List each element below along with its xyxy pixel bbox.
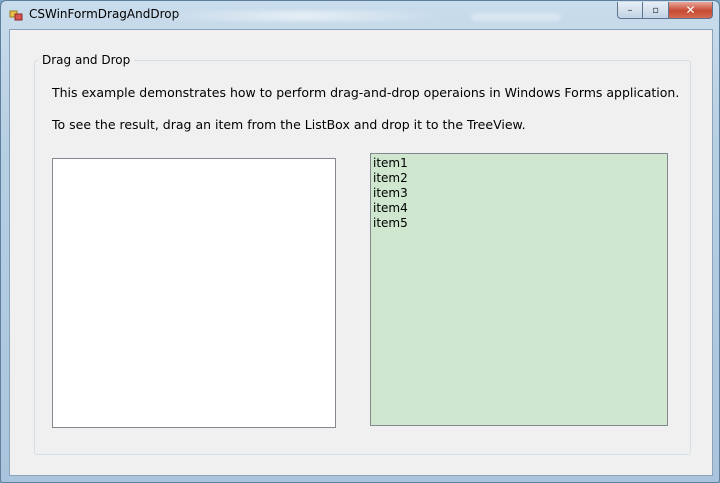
minimize-button[interactable]: – xyxy=(617,2,643,19)
description-line-2: To see the result, drag an item from the… xyxy=(52,117,526,132)
target-treeview[interactable]: item1 item2 item3 item4 item5 xyxy=(370,153,668,426)
close-button[interactable]: ✕ xyxy=(669,2,713,19)
tree-item[interactable]: item4 xyxy=(373,201,667,216)
window-controls: – ▫ ✕ xyxy=(617,2,713,19)
description-line-1: This example demonstrates how to perform… xyxy=(52,85,680,100)
title-glass-glare xyxy=(161,11,441,21)
title-bar[interactable]: CSWinFormDragAndDrop – ▫ ✕ xyxy=(1,1,719,29)
minimize-icon: – xyxy=(627,4,633,16)
app-icon xyxy=(9,10,23,21)
source-listbox[interactable] xyxy=(52,158,336,428)
maximize-icon: ▫ xyxy=(652,4,659,16)
app-window: CSWinFormDragAndDrop – ▫ ✕ Drag and Drop… xyxy=(0,0,720,483)
title-glass-glare-2 xyxy=(471,13,561,21)
window-title: CSWinFormDragAndDrop xyxy=(29,7,180,21)
tree-item[interactable]: item2 xyxy=(373,171,667,186)
tree-item[interactable]: item1 xyxy=(373,156,667,171)
close-icon: ✕ xyxy=(685,3,696,17)
maximize-button[interactable]: ▫ xyxy=(643,2,669,19)
tree-item[interactable]: item3 xyxy=(373,186,667,201)
groupbox-title: Drag and Drop xyxy=(38,53,135,67)
tree-item[interactable]: item5 xyxy=(373,216,667,231)
client-area: Drag and Drop This example demonstrates … xyxy=(9,29,713,476)
